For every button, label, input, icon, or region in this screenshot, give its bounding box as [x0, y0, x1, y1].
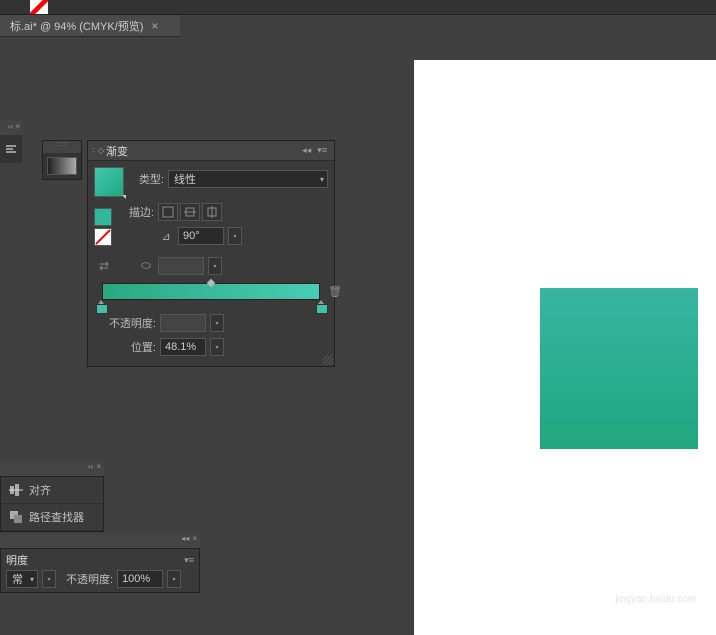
stroke-across-button[interactable] [202, 203, 222, 221]
watermark-main: Baidu 经验 [605, 568, 696, 594]
trans-opacity-label: 不透明度: [66, 571, 113, 587]
gradient-swatch-panel: :::: [42, 140, 82, 180]
aspect-ratio-icon: ⬭ [138, 258, 154, 274]
reverse-gradient-icon[interactable]: ⇄ [94, 259, 114, 273]
align-icon[interactable] [4, 139, 18, 159]
panel-grabber[interactable]: :::: [43, 141, 81, 153]
collapsed-panel-1: ‹‹ × [0, 121, 22, 163]
position-label: 位置: [104, 339, 156, 355]
angle-icon: ⊿ [158, 228, 174, 244]
position-input[interactable]: 48.1% [160, 338, 206, 356]
app-toolbar [0, 0, 716, 15]
stroke-none-swatch[interactable] [94, 228, 112, 246]
align-panel-tabs: ‹‹ × [0, 462, 104, 476]
fill-swatch-none[interactable] [30, 0, 48, 14]
align-panel: 对齐 路径查找器 [0, 476, 104, 532]
gradient-type-dropdown[interactable]: 线性 [168, 170, 328, 188]
trans-opacity-input[interactable]: 100% [117, 570, 163, 588]
gradient-preview-swatch[interactable] [47, 157, 77, 175]
collapse-icon[interactable]: ◂◂ [181, 534, 189, 548]
pathfinder-label: 路径查找器 [29, 509, 84, 525]
gradient-rectangle[interactable] [540, 288, 698, 449]
angle-stepper[interactable]: ▾ [228, 227, 242, 245]
document-tab-label: 标.ai* @ 94% (CMYK/预览) [10, 18, 143, 34]
panel-menu-icon[interactable]: ▾≡ [314, 145, 330, 156]
angle-input[interactable]: 90° [178, 227, 224, 245]
close-icon[interactable]: × [15, 122, 20, 134]
resize-grip[interactable] [323, 355, 333, 365]
transparency-body: 常 ▾ 不透明度: 100% ▾ [0, 566, 200, 593]
stroke-along-button[interactable] [180, 203, 200, 221]
panel-grabber-icon[interactable]: :: [92, 147, 94, 154]
align-icon [9, 483, 23, 497]
canvas[interactable]: Baidu 经验 jingyan.baidu.com [414, 60, 716, 635]
align-tab[interactable]: 对齐 [1, 477, 103, 504]
fill-gradient-swatch[interactable] [94, 167, 124, 197]
gradient-panel: :: ◇ 渐变 ◂◂ ▾≡ 类型: 线性 [87, 140, 335, 367]
aspect-stepper: ▾ [208, 257, 222, 275]
blend-mode-dropdown[interactable]: 常 [6, 570, 38, 588]
aspect-ratio-input [158, 257, 204, 275]
stroke-color-swatch[interactable] [94, 208, 112, 226]
document-tab[interactable]: 标.ai* @ 94% (CMYK/预览) × [0, 15, 180, 37]
watermark-sub: jingyan.baidu.com [605, 594, 696, 605]
panel-title: 渐变 [106, 143, 128, 159]
pathfinder-tab[interactable]: 路径查找器 [1, 504, 103, 531]
stroke-label: 描边: [124, 204, 154, 220]
pathfinder-icon [9, 510, 23, 524]
panel-header-controls: ‹‹ × [0, 121, 22, 135]
collapse-icon[interactable]: ‹‹ [8, 122, 13, 134]
trash-icon[interactable]: 🗑 [328, 285, 342, 298]
blend-stepper[interactable]: ▾ [42, 570, 56, 588]
transparency-panel-tabs: ◂◂ × [0, 534, 200, 548]
collapse-icon[interactable]: ◂◂ [299, 145, 314, 156]
collapse-icon[interactable]: ‹‹ [88, 462, 93, 476]
opacity-input [160, 314, 206, 332]
type-label: 类型: [134, 171, 164, 187]
opacity-label: 不透明度: [104, 315, 156, 331]
gradient-slider[interactable]: 🗑 [94, 283, 328, 300]
gradient-stop-left[interactable] [96, 300, 106, 312]
close-icon[interactable]: × [96, 462, 101, 476]
panel-header[interactable]: :: ◇ 渐变 ◂◂ ▾≡ [88, 141, 334, 161]
gradient-stop-right[interactable] [316, 300, 326, 312]
trans-opacity-stepper[interactable]: ▾ [167, 570, 181, 588]
stroke-within-button[interactable] [158, 203, 178, 221]
expand-icon[interactable]: ◇ [98, 146, 104, 155]
position-stepper[interactable]: ▾ [210, 338, 224, 356]
panel-menu-icon[interactable]: ▾≡ [184, 555, 194, 566]
close-icon[interactable]: × [192, 534, 197, 548]
swatch-dropdown-icon[interactable] [122, 195, 126, 199]
opacity-stepper: ▾ [210, 314, 224, 332]
close-icon[interactable]: × [151, 19, 158, 33]
watermark: Baidu 经验 jingyan.baidu.com [605, 568, 696, 605]
align-label: 对齐 [29, 482, 51, 498]
